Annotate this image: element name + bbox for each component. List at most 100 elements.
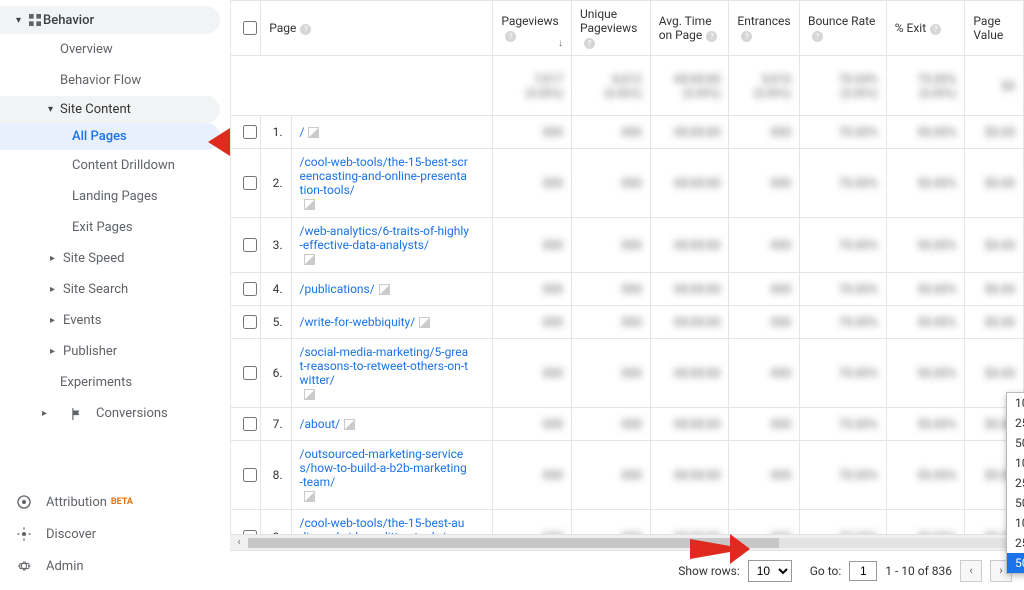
- rows-option[interactable]: 50: [1007, 433, 1024, 453]
- sort-desc-icon: ↓: [558, 38, 563, 49]
- row-index: 8.: [261, 441, 291, 510]
- help-icon[interactable]: ?: [706, 31, 717, 42]
- sidebar-item-behavior-flow[interactable]: Behavior Flow: [0, 65, 230, 96]
- table-row: 7./about/00000000:00:0000070.00%50.00%$0…: [231, 408, 1024, 441]
- sidebar-item-content-drilldown[interactable]: Content Drilldown: [0, 150, 230, 181]
- prev-page-button[interactable]: ‹: [960, 560, 982, 582]
- help-icon[interactable]: ?: [584, 38, 595, 49]
- nav-admin[interactable]: Admin: [0, 550, 230, 582]
- external-link-icon[interactable]: [304, 389, 315, 400]
- rows-dropdown-menu[interactable]: 102550100250500100025005000: [1006, 392, 1024, 574]
- col-entrances[interactable]: Entrances?: [729, 1, 800, 56]
- page-link[interactable]: /web-analytics/6-traits-of-highly-effect…: [300, 224, 470, 252]
- row-page-cell: /web-analytics/6-traits-of-highly-effect…: [291, 218, 493, 273]
- sidebar-item-events[interactable]: Events: [0, 305, 230, 336]
- scroll-track[interactable]: [248, 538, 1006, 548]
- sidebar-item-site-speed[interactable]: Site Speed: [0, 243, 230, 274]
- nav-attribution[interactable]: Attribution BETA: [0, 486, 230, 518]
- row-checkbox[interactable]: [243, 468, 257, 482]
- col-page[interactable]: Page?: [261, 1, 493, 56]
- external-link-icon[interactable]: [344, 419, 355, 430]
- row-index: 3.: [261, 218, 291, 273]
- annotation-arrow-left: [208, 128, 230, 156]
- sidebar-item-overview[interactable]: Overview: [0, 34, 230, 65]
- external-link-icon[interactable]: [304, 254, 315, 265]
- show-rows-select[interactable]: 10: [748, 560, 792, 582]
- external-link-icon[interactable]: [419, 317, 430, 328]
- col-checkbox-header[interactable]: [231, 1, 261, 56]
- help-icon[interactable]: ?: [300, 24, 311, 35]
- row-checkbox[interactable]: [243, 417, 257, 431]
- summary-row: 7,017(0.00%) 6,012(0.00%) 00:00:00(0.00%…: [231, 56, 1024, 116]
- row-checkbox[interactable]: [243, 238, 257, 252]
- rows-option[interactable]: 25: [1007, 413, 1024, 433]
- page-link[interactable]: /cool-web-tools/the-15-best-screencastin…: [300, 155, 470, 197]
- rows-option[interactable]: 250: [1007, 473, 1024, 493]
- table-row: 8./outsourced-marketing-services/how-to-…: [231, 441, 1024, 510]
- discover-icon: [16, 526, 32, 542]
- sidebar-item-publisher[interactable]: Publisher: [0, 336, 230, 367]
- rows-option[interactable]: 500: [1007, 493, 1024, 513]
- help-icon[interactable]: ?: [930, 24, 941, 35]
- sidebar-item-exit-pages[interactable]: Exit Pages: [0, 212, 230, 243]
- row-index: 4.: [261, 273, 291, 306]
- row-checkbox[interactable]: [243, 176, 257, 190]
- sidebar-item-experiments[interactable]: Experiments: [0, 367, 230, 398]
- main-content: Page? Pageviews?↓ Unique Pageviews? Avg.…: [230, 0, 1024, 590]
- sidebar-item-conversions[interactable]: ▸ Conversions: [0, 398, 230, 429]
- row-checkbox[interactable]: [243, 125, 257, 139]
- page-range: 1 - 10 of 836: [885, 564, 952, 578]
- goto-input[interactable]: [849, 561, 877, 581]
- help-icon[interactable]: ?: [812, 31, 823, 42]
- sidebar-item-all-pages[interactable]: All Pages: [0, 123, 220, 150]
- col-exit[interactable]: % Exit?: [886, 1, 965, 56]
- col-pageviews[interactable]: Pageviews?↓: [493, 1, 572, 56]
- col-avg-time[interactable]: Avg. Time on Page?: [650, 1, 729, 56]
- table-footer: Show rows: 10 Go to: 1 - 10 of 836 ‹ ›: [230, 550, 1024, 590]
- report-table: Page? Pageviews?↓ Unique Pageviews? Avg.…: [230, 0, 1024, 550]
- goto-label: Go to:: [810, 564, 842, 578]
- page-link[interactable]: /about/: [300, 417, 341, 431]
- chevron-right-icon: ▸: [42, 408, 58, 419]
- page-link[interactable]: /social-media-marketing/5-great-reasons-…: [300, 345, 470, 387]
- help-icon[interactable]: ?: [741, 31, 752, 42]
- rows-option[interactable]: 2500: [1007, 533, 1024, 553]
- sidebar-item-landing-pages[interactable]: Landing Pages: [0, 181, 230, 212]
- rows-option[interactable]: 5000: [1007, 553, 1024, 573]
- table-row: 1./00000000:00:0000070.00%50.00%$0.00: [231, 116, 1024, 149]
- page-link[interactable]: /publications/: [300, 282, 375, 296]
- beta-badge: BETA: [111, 497, 133, 507]
- behavior-icon: [27, 12, 43, 28]
- nav-discover[interactable]: Discover: [0, 518, 230, 550]
- attribution-icon: [16, 494, 32, 510]
- select-all-checkbox[interactable]: [243, 21, 257, 35]
- row-checkbox[interactable]: [243, 366, 257, 380]
- page-link[interactable]: /outsourced-marketing-services/how-to-bu…: [300, 447, 470, 489]
- help-icon[interactable]: ?: [505, 31, 516, 42]
- rows-option[interactable]: 100: [1007, 453, 1024, 473]
- sidebar-item-site-content[interactable]: Site Content: [0, 96, 220, 123]
- row-index: 6.: [261, 339, 291, 408]
- external-link-icon[interactable]: [308, 127, 319, 138]
- external-link-icon[interactable]: [304, 491, 315, 502]
- sidebar-item-site-search[interactable]: Site Search: [0, 274, 230, 305]
- page-link[interactable]: /write-for-webbiquity/: [300, 315, 416, 329]
- sidebar-bottom-nav: Attribution BETA Discover Admin: [0, 486, 230, 582]
- sidebar-header-behavior[interactable]: ▾ Behavior: [0, 6, 220, 34]
- col-bounce-rate[interactable]: Bounce Rate?: [799, 1, 886, 56]
- row-checkbox[interactable]: [243, 315, 257, 329]
- col-page-value[interactable]: Page Value: [965, 1, 1024, 56]
- table-row: 3. /web-analytics/6-traits-of-highly-effe…: [231, 218, 1024, 273]
- row-checkbox[interactable]: [243, 282, 257, 296]
- rows-option[interactable]: 10: [1007, 393, 1024, 413]
- page-link[interactable]: /: [300, 125, 305, 139]
- external-link-icon[interactable]: [304, 199, 315, 210]
- external-link-icon[interactable]: [379, 284, 390, 295]
- col-unique-pageviews[interactable]: Unique Pageviews?: [572, 1, 651, 56]
- row-index: 2.: [261, 149, 291, 218]
- sidebar: ▾ Behavior Overview Behavior Flow Site C…: [0, 0, 230, 590]
- row-index: 7.: [261, 408, 291, 441]
- horizontal-scrollbar[interactable]: ‹ ›: [230, 534, 1024, 550]
- rows-option[interactable]: 1000: [1007, 513, 1024, 533]
- scroll-left-icon[interactable]: ‹: [232, 536, 246, 550]
